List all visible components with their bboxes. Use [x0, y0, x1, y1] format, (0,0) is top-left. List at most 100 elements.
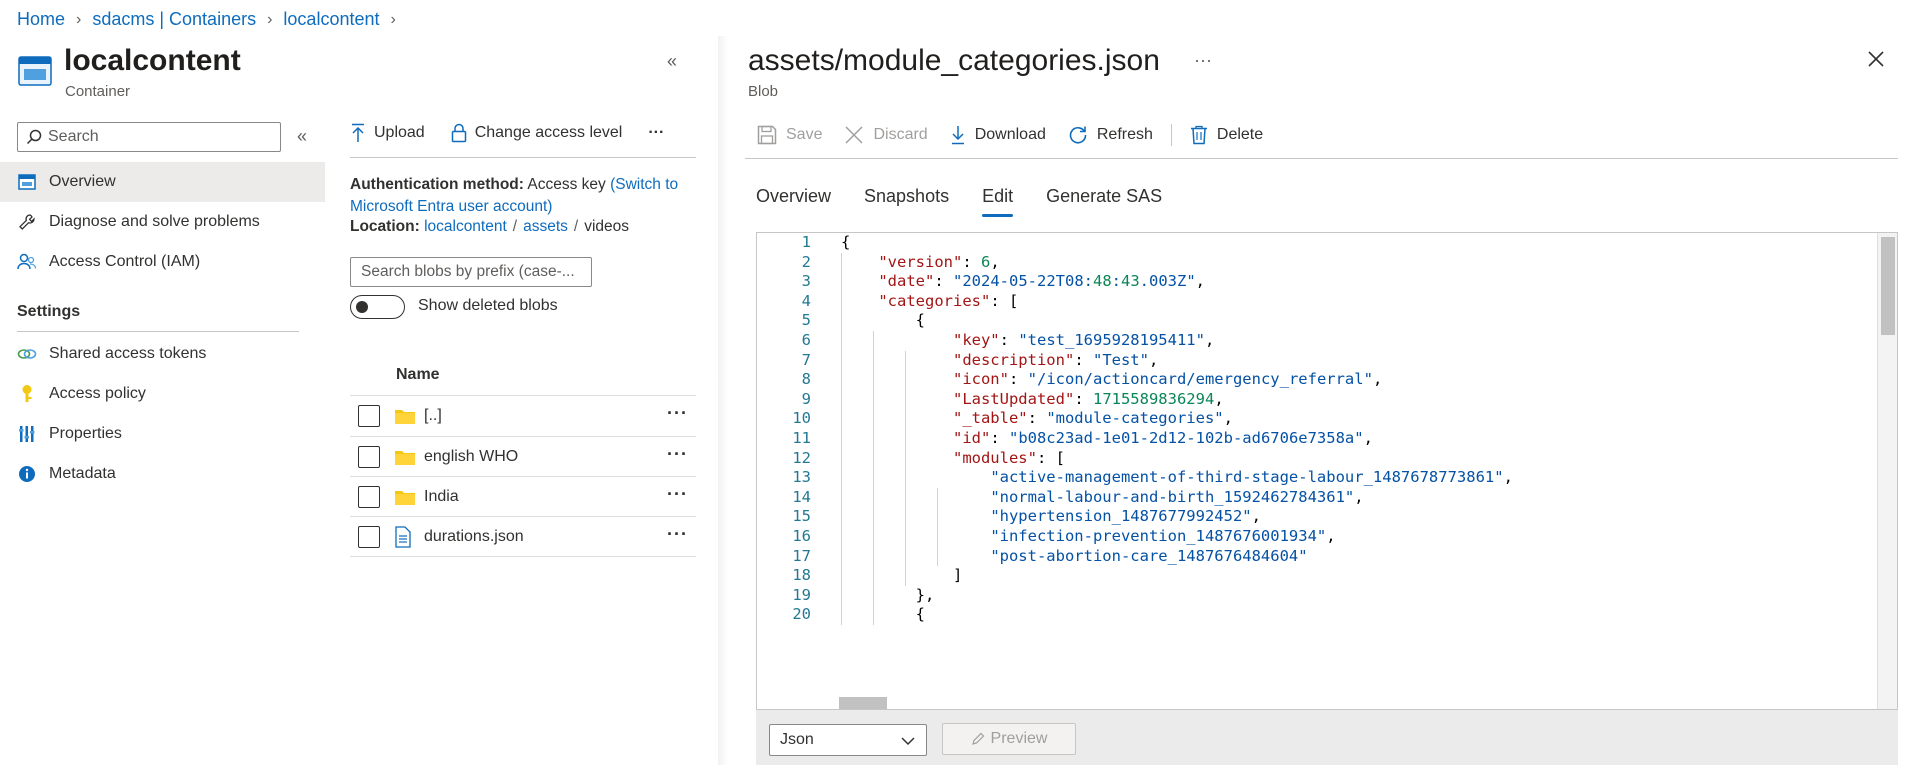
- divider: [350, 556, 696, 557]
- close-button[interactable]: [1868, 51, 1884, 67]
- line-number: 3: [801, 272, 811, 291]
- tab-snapshots[interactable]: Snapshots: [864, 186, 949, 217]
- code-line: {: [841, 605, 925, 624]
- collapse-panel-button[interactable]: «: [667, 51, 677, 72]
- divider: [350, 157, 696, 158]
- row-more-button[interactable]: ···: [667, 484, 688, 505]
- line-number: 20: [792, 605, 811, 624]
- sidebar-item-shared-access-tokens[interactable]: Shared access tokens: [0, 334, 325, 374]
- upload-button[interactable]: Upload: [350, 123, 425, 143]
- search-input[interactable]: Search: [17, 122, 281, 152]
- discard-button[interactable]: Discard: [844, 125, 928, 145]
- blob-more-button[interactable]: ···: [1194, 50, 1212, 71]
- sidebar-item-overview[interactable]: Overview: [0, 162, 325, 202]
- settings-header: Settings: [17, 303, 81, 320]
- line-number: 11: [792, 429, 811, 447]
- row-checkbox[interactable]: [358, 446, 380, 468]
- sidebar-item-iam[interactable]: Access Control (IAM): [0, 242, 325, 282]
- sidebar-item-label: Metadata: [49, 465, 116, 482]
- sidebar-item-diagnose[interactable]: Diagnose and solve problems: [0, 202, 325, 242]
- horizontal-scrollbar-thumb[interactable]: [839, 697, 887, 709]
- line-number: 14: [792, 487, 811, 506]
- pencil-icon: [971, 732, 984, 745]
- indent-guide: [873, 331, 874, 625]
- people-icon: [15, 253, 39, 271]
- show-deleted-toggle[interactable]: [350, 295, 405, 319]
- blob-search-input[interactable]: Search blobs by prefix (case-...: [350, 257, 592, 287]
- code-line: "LastUpdated": 1715589836294,: [952, 389, 1224, 408]
- code-line: ]: [841, 566, 963, 585]
- indent-guide: [905, 350, 906, 586]
- code-line: "active-management-of-third-stage-labour…: [990, 468, 1513, 487]
- search-placeholder: Search: [48, 128, 99, 145]
- sidebar-collapse-button[interactable]: «: [297, 126, 307, 147]
- blob-name[interactable]: India: [424, 488, 459, 506]
- row-checkbox[interactable]: [358, 526, 380, 548]
- location-link-assets[interactable]: assets: [523, 218, 568, 235]
- preview-button[interactable]: Preview: [942, 723, 1076, 755]
- code-line: "categories": [: [878, 291, 1019, 310]
- table-row[interactable]: durations.json ···: [350, 517, 696, 557]
- save-button[interactable]: Save: [757, 125, 822, 145]
- code-area[interactable]: { "version": 6, "date": "2024-05-22T08:4…: [841, 233, 1877, 709]
- row-more-button[interactable]: ···: [667, 403, 688, 424]
- line-number: 19: [792, 585, 811, 604]
- sidebar-item-metadata[interactable]: Metadata: [0, 454, 325, 494]
- row-checkbox[interactable]: [358, 486, 380, 508]
- column-header-name[interactable]: Name: [396, 366, 440, 384]
- line-number: 18: [792, 566, 811, 585]
- sidebar-item-properties[interactable]: Properties: [0, 414, 325, 454]
- vertical-scrollbar[interactable]: [1877, 233, 1897, 709]
- folder-icon: [394, 407, 416, 425]
- container-icon: [18, 56, 52, 86]
- more-button[interactable]: ···: [648, 124, 664, 142]
- code-line: },: [841, 585, 935, 604]
- row-more-button[interactable]: ···: [667, 444, 688, 465]
- location-link-localcontent[interactable]: localcontent: [424, 218, 507, 235]
- change-access-level-button[interactable]: Change access level: [451, 123, 622, 143]
- delete-icon: [1190, 125, 1207, 145]
- line-number: 10: [792, 409, 811, 428]
- code-line: "key": "test_1695928195411",: [952, 331, 1215, 349]
- key-icon: [15, 384, 39, 404]
- code-line: {: [841, 233, 851, 251]
- tab-generate-sas[interactable]: Generate SAS: [1046, 186, 1162, 217]
- info-icon: [15, 465, 39, 483]
- sidebar-item-access-policy[interactable]: Access policy: [0, 374, 325, 414]
- row-checkbox[interactable]: [358, 405, 380, 427]
- code-line: "date": "2024-05-22T08:48:43.003Z",: [878, 272, 1206, 291]
- blob-name[interactable]: durations.json: [424, 528, 524, 546]
- line-number: 16: [792, 527, 811, 545]
- refresh-button[interactable]: Refresh: [1068, 125, 1153, 145]
- breadcrumb: Home › sdacms | Containers › localconten…: [17, 9, 407, 30]
- code-line: "infection-prevention_1487676001934",: [990, 527, 1336, 545]
- save-icon: [757, 125, 777, 145]
- tab-edit[interactable]: Edit: [982, 186, 1014, 217]
- sidebar-item-label: Access policy: [49, 385, 146, 402]
- row-more-button[interactable]: ···: [667, 524, 688, 545]
- breadcrumb-containers[interactable]: sdacms | Containers: [92, 9, 256, 30]
- delete-button[interactable]: Delete: [1190, 125, 1263, 145]
- table-row[interactable]: english WHO ···: [350, 437, 696, 477]
- code-line: "id": "b08c23ad-1e01-2d12-102b-ad6706e73…: [952, 429, 1373, 447]
- breadcrumb-home[interactable]: Home: [17, 9, 65, 30]
- scrollbar-thumb[interactable]: [1881, 237, 1895, 335]
- code-line: "version": 6,: [878, 252, 1000, 271]
- line-number-gutter: 1 2 3 4 5 6 7 8 9 10 11 12 13 14 15 16 17 18 19 20: [757, 233, 841, 709]
- code-editor[interactable]: 1 2 3 4 5 6 7 8 9 10 11 12 13 14 15 16 17 18 19 20 { "versi…: [756, 232, 1898, 710]
- download-button[interactable]: Download: [950, 125, 1046, 145]
- blob-name[interactable]: english WHO: [424, 448, 518, 466]
- language-select[interactable]: Json: [769, 724, 927, 756]
- blob-name[interactable]: [..]: [424, 407, 442, 425]
- line-number: 9: [801, 389, 811, 408]
- blob-toolbar: Save Discard Download Refresh Delete: [757, 124, 1285, 146]
- table-row[interactable]: India ···: [350, 477, 696, 517]
- line-number: 1: [801, 233, 811, 251]
- lock-icon: [451, 123, 466, 143]
- table-row[interactable]: [..] ···: [350, 396, 696, 436]
- breadcrumb-localcontent[interactable]: localcontent: [283, 9, 379, 30]
- sidebar-item-label: Access Control (IAM): [49, 253, 201, 270]
- tab-overview[interactable]: Overview: [756, 186, 831, 217]
- panel-shadow: [718, 36, 728, 765]
- line-number: 13: [792, 468, 811, 487]
